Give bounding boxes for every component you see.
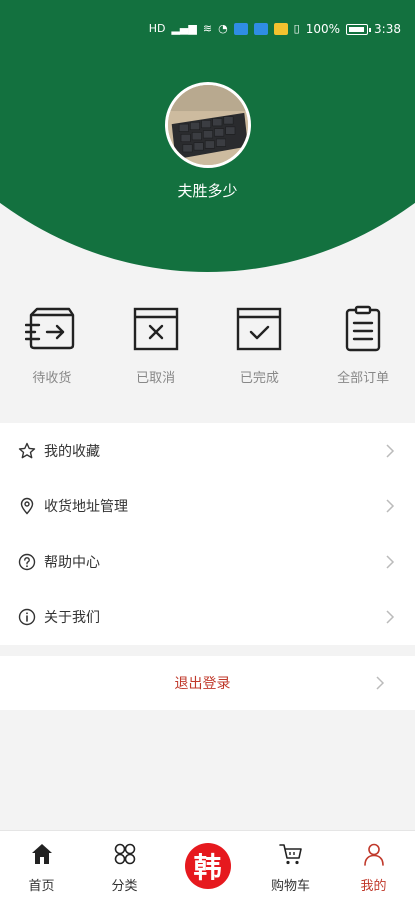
tab-label: 我的: [360, 879, 387, 894]
logout-label: 退出登录: [174, 676, 231, 692]
menu-item-label: 收货地址管理: [44, 499, 128, 516]
order-label: 已取消: [136, 371, 176, 386]
menu-item-favorites[interactable]: 我的收藏: [0, 423, 415, 479]
order-completed[interactable]: 已完成: [208, 305, 312, 410]
chevron-right-icon: [383, 499, 397, 513]
profile-header: HD ▂▄▆ ≋ ◔ ▯ 100% 3:38 夫胜多少: [0, 0, 415, 275]
order-label: 全部订单: [337, 371, 390, 386]
battery-percent: 100%: [305, 22, 341, 36]
mail-notification-icon: [273, 23, 288, 35]
chevron-right-icon: [383, 555, 397, 569]
message-notification-icon: [253, 23, 268, 35]
order-all[interactable]: 全部订单: [311, 305, 415, 410]
menu-list: 我的收藏 收货地址管理 帮助中心 关于我们: [0, 423, 415, 645]
all-orders-icon: [345, 305, 381, 352]
clock: 3:38: [374, 22, 401, 36]
tab-home[interactable]: 首页: [0, 831, 83, 900]
brand-logo: 韩: [184, 843, 231, 889]
menu-item-label: 关于我们: [44, 610, 100, 627]
battery-icon: [346, 23, 372, 35]
tab-label: 分类: [111, 879, 138, 894]
tab-cart[interactable]: 购物车: [249, 831, 332, 900]
order-status-bar: 待收货 已取消 已完成 全部订单: [0, 305, 415, 410]
wifi-icon: ≋: [202, 22, 213, 35]
question-circle-icon: [18, 553, 36, 571]
order-cancelled[interactable]: 已取消: [104, 305, 208, 410]
completed-icon: [237, 307, 282, 351]
menu-item-address[interactable]: 收货地址管理: [0, 479, 415, 535]
chevron-right-icon: [373, 676, 387, 690]
logout-button[interactable]: 退出登录: [0, 656, 415, 710]
app-notification-icon: [233, 23, 248, 35]
status-bar: HD ▂▄▆ ≋ ◔ ▯ 100% 3:38: [149, 22, 401, 36]
bottom-tab-bar: 首页 分类 韩 购物车 我的: [0, 830, 415, 900]
cart-icon: [278, 844, 302, 865]
location-pin-icon: [18, 497, 36, 515]
star-icon: [18, 442, 36, 460]
menu-item-about[interactable]: 关于我们: [0, 590, 415, 646]
signal-icon: ▂▄▆: [171, 22, 197, 35]
menu-item-label: 帮助中心: [44, 554, 100, 571]
order-pending-delivery[interactable]: 待收货: [0, 305, 104, 410]
category-icon: [114, 843, 135, 865]
tab-label: 首页: [28, 879, 55, 894]
tab-label: 购物车: [270, 879, 310, 894]
order-label: 已完成: [239, 371, 279, 386]
menu-item-label: 我的收藏: [44, 443, 100, 460]
username: 夫胜多少: [177, 182, 238, 200]
avatar[interactable]: [165, 82, 251, 168]
keyboard-photo: [168, 85, 248, 165]
chevron-right-icon: [383, 444, 397, 458]
tab-mine[interactable]: 我的: [332, 831, 415, 900]
pending-delivery-icon: [24, 307, 75, 350]
chevron-right-icon: [383, 610, 397, 624]
alarm-icon: ◔: [218, 22, 228, 35]
order-label: 待收货: [32, 371, 72, 386]
cancelled-icon: [133, 307, 178, 351]
menu-item-help[interactable]: 帮助中心: [0, 534, 415, 590]
user-icon: [363, 843, 384, 866]
info-circle-icon: [18, 608, 36, 626]
home-icon: [31, 844, 52, 864]
vibrate-icon: ▯: [293, 22, 300, 35]
tab-brand[interactable]: 韩: [166, 831, 249, 900]
tab-category[interactable]: 分类: [83, 831, 166, 900]
network-label: HD: [148, 22, 166, 35]
